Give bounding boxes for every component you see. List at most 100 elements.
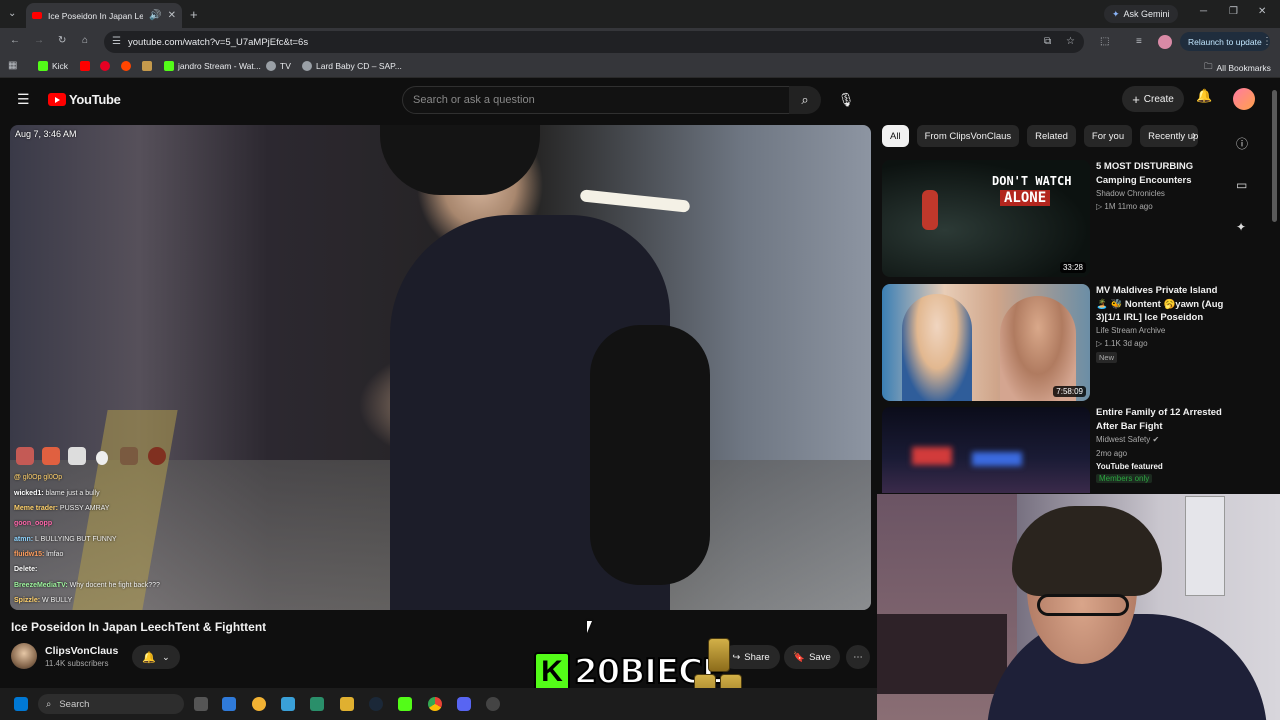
bookmark-image-icon bbox=[142, 61, 152, 71]
chat-emote-icon bbox=[16, 447, 34, 465]
bookmark-pinterest[interactable] bbox=[100, 61, 110, 71]
chip-recently-uploaded[interactable]: Recently up bbox=[1140, 125, 1199, 147]
search-input[interactable]: Search or ask a question bbox=[402, 86, 790, 114]
close-tab-icon[interactable]: ✕ bbox=[168, 10, 176, 21]
install-icon[interactable]: ⧉ bbox=[1044, 36, 1051, 47]
can-icon bbox=[708, 638, 730, 672]
microphone-icon: 🎙 bbox=[837, 92, 855, 107]
hamburger-menu-icon[interactable]: ☰ bbox=[17, 91, 30, 108]
recommendation-channel[interactable]: Shadow Chronicles bbox=[1096, 189, 1165, 198]
back-icon[interactable]: ← bbox=[10, 35, 20, 46]
bookmark-image[interactable] bbox=[142, 61, 152, 71]
reload-icon[interactable]: ↻ bbox=[58, 35, 66, 46]
media-control-icon[interactable]: ≡ bbox=[1136, 36, 1142, 47]
close-window-icon[interactable]: ✕ bbox=[1258, 6, 1266, 17]
info-icon[interactable]: ⓘ bbox=[1236, 135, 1248, 152]
widgets-icon[interactable] bbox=[222, 697, 236, 711]
channel-avatar[interactable] bbox=[11, 643, 37, 669]
bookmark-reddit[interactable] bbox=[121, 61, 131, 71]
relaunch-button[interactable]: Relaunch to update bbox=[1180, 32, 1270, 51]
site-info-icon[interactable]: ☰ bbox=[112, 36, 121, 47]
channel-name[interactable]: ClipsVonClaus bbox=[45, 645, 118, 657]
steam-icon[interactable] bbox=[369, 697, 383, 711]
taskbar-search[interactable]: ⌕ Search bbox=[38, 694, 184, 714]
create-button[interactable]: + Create bbox=[1122, 86, 1184, 112]
new-tab-icon[interactable]: + bbox=[190, 7, 198, 22]
tab-list-icon[interactable]: ⌄ bbox=[8, 8, 16, 19]
home-icon[interactable]: ⌂ bbox=[82, 35, 88, 46]
filter-chips: All From ClipsVonClaus Related For you R… bbox=[882, 125, 1199, 147]
bookmark-star-icon[interactable]: ☆ bbox=[1066, 36, 1075, 47]
recommendation-channel[interactable]: Midwest Safety ✔ bbox=[1096, 435, 1159, 444]
webcam-poster bbox=[1185, 496, 1225, 596]
url-field[interactable]: ☰ youtube.com/watch?v=5_U7aMPjEfc&t=6s ⧉… bbox=[104, 31, 1084, 53]
voice-search-button[interactable]: 🎙 bbox=[832, 87, 860, 113]
chevron-right-icon[interactable]: › bbox=[1192, 128, 1196, 142]
apps-grid-icon[interactable]: ▦ bbox=[8, 60, 17, 71]
chat-line: goon_oopp bbox=[14, 520, 52, 527]
bookmark-jandro[interactable]: jandro Stream - Wat... bbox=[164, 61, 261, 71]
chip-for-you[interactable]: For you bbox=[1083, 125, 1133, 147]
subscription-notification-button[interactable]: 🔔 ⌄ bbox=[132, 645, 180, 669]
restore-icon[interactable]: ❐ bbox=[1229, 6, 1238, 17]
notifications-bell-icon[interactable]: 🔔 bbox=[1196, 88, 1212, 104]
ask-gemini-button[interactable]: ✦ Ask Gemini bbox=[1104, 5, 1178, 23]
plus-icon: + bbox=[1132, 91, 1140, 107]
bookmark-lard-baby[interactable]: Lard Baby CD – SAP... bbox=[302, 61, 402, 71]
recommendation-channel[interactable]: Life Stream Archive bbox=[1096, 326, 1165, 335]
windows-start-icon[interactable] bbox=[14, 697, 28, 711]
audio-icon[interactable]: 🔊 bbox=[149, 10, 161, 21]
chat-user: @ bbox=[14, 474, 21, 481]
recommendation-thumbnail[interactable]: 7:58:09 bbox=[882, 284, 1090, 401]
obs-icon[interactable] bbox=[486, 697, 500, 711]
all-bookmarks[interactable]: 🗀 All Bookmarks bbox=[1204, 61, 1271, 75]
chat-user: BreezeMediaTV: bbox=[14, 582, 68, 589]
youtube-icon bbox=[80, 61, 90, 71]
minimize-icon[interactable]: ─ bbox=[1200, 6, 1207, 17]
chat-emote-icon bbox=[42, 447, 60, 465]
chip-related[interactable]: Related bbox=[1027, 125, 1076, 147]
recommendation-title[interactable]: Entire Family of 12 Arrested After Bar F… bbox=[1096, 406, 1226, 433]
search-button[interactable]: ⌕ bbox=[789, 86, 821, 114]
kick-app-icon[interactable] bbox=[398, 697, 412, 711]
bookmark-tv[interactable]: TV bbox=[266, 61, 291, 71]
task-view-icon[interactable] bbox=[194, 697, 208, 711]
bookmark-kick[interactable]: Kick bbox=[38, 61, 68, 71]
youtube-logo[interactable]: YouTube bbox=[48, 92, 121, 107]
chat-icon[interactable]: ▭ bbox=[1236, 178, 1247, 192]
tab-title: Ice Poseidon In Japan Leech bbox=[48, 10, 144, 21]
chat-user: Meme trader: bbox=[14, 505, 58, 512]
recommendation-title[interactable]: MV Maldives Private Island 🏝️ 🐝 Nontent … bbox=[1096, 284, 1226, 325]
file-explorer-icon[interactable] bbox=[340, 697, 354, 711]
store-icon[interactable] bbox=[281, 697, 295, 711]
chat-user: wicked1: bbox=[14, 490, 44, 497]
webcam-overlay bbox=[877, 494, 1280, 720]
browser-tab[interactable]: Ice Poseidon In Japan Leech 🔊 ✕ bbox=[26, 3, 182, 28]
forward-icon[interactable]: → bbox=[34, 35, 44, 46]
video-player[interactable] bbox=[10, 125, 871, 610]
chip-from-channel[interactable]: From ClipsVonClaus bbox=[916, 125, 1020, 147]
more-actions-button[interactable]: ⋯ bbox=[846, 645, 870, 669]
page-scrollbar[interactable] bbox=[1272, 90, 1277, 222]
video-title: Ice Poseidon In Japan LeechTent & Fightt… bbox=[11, 620, 267, 634]
video-date-overlay: Aug 7, 3:46 AM bbox=[15, 129, 77, 139]
recommendation-title[interactable]: 5 MOST DISTURBING Camping Encounters bbox=[1096, 160, 1226, 187]
recommendation-thumbnail[interactable] bbox=[882, 407, 1090, 493]
weather-icon[interactable] bbox=[252, 697, 266, 711]
account-avatar[interactable] bbox=[1233, 88, 1255, 110]
menu-icon[interactable]: ⋮ bbox=[1262, 36, 1272, 47]
browser-tab-strip: ⌄ Ice Poseidon In Japan Leech 🔊 ✕ + ✦ As… bbox=[0, 0, 1280, 28]
extensions-icon[interactable]: ⬚ bbox=[1100, 36, 1109, 47]
profile-avatar-icon[interactable] bbox=[1158, 35, 1172, 49]
save-button[interactable]: 🔖 Save bbox=[784, 645, 840, 669]
thumbnail-figure bbox=[922, 190, 938, 230]
calculator-icon[interactable] bbox=[310, 697, 324, 711]
chrome-icon[interactable] bbox=[428, 697, 442, 711]
globe-icon bbox=[266, 61, 276, 71]
chat-line: atmn: L BULLYING BUT FUNNY bbox=[14, 536, 117, 543]
discord-icon[interactable] bbox=[457, 697, 471, 711]
recommendation-thumbnail[interactable]: DON'T WATCH ALONE 33:28 bbox=[882, 160, 1090, 277]
gemini-sparkle-icon[interactable]: ✦ bbox=[1236, 220, 1246, 234]
chip-all[interactable]: All bbox=[882, 125, 909, 147]
bookmark-youtube[interactable] bbox=[80, 61, 90, 71]
